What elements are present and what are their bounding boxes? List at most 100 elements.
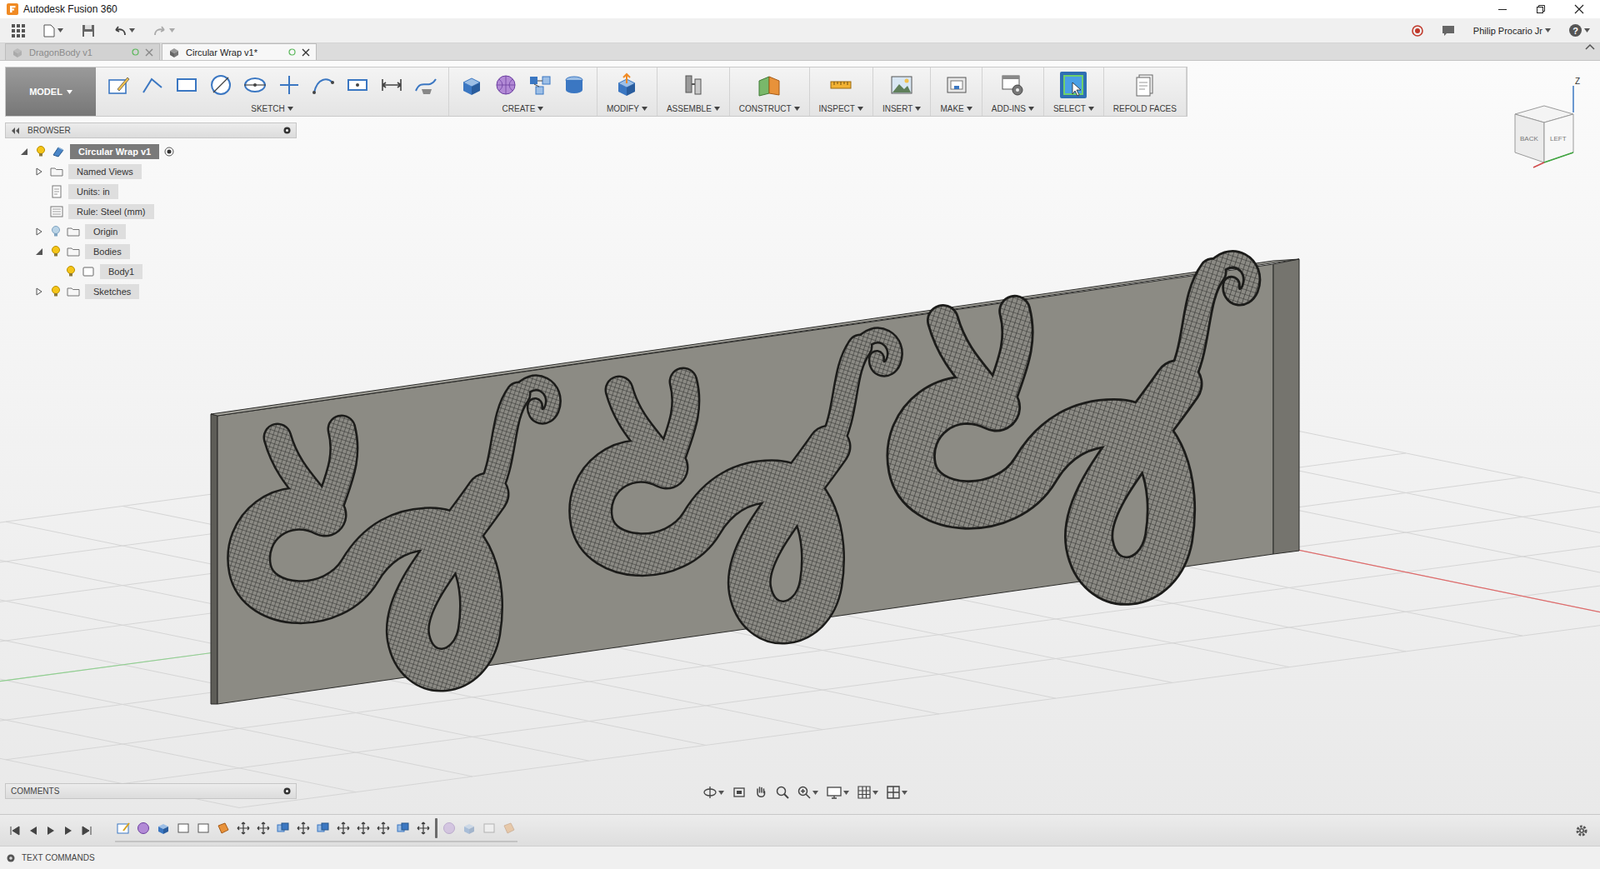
arc-icon[interactable] — [310, 72, 336, 98]
grid-apps-icon[interactable] — [11, 24, 25, 38]
viewports-icon[interactable] — [886, 785, 900, 800]
help-menu[interactable]: ? — [1569, 24, 1590, 37]
combine-feature-icon[interactable] — [316, 821, 330, 835]
caret-down-icon[interactable] — [915, 106, 921, 111]
caret-down-icon[interactable] — [57, 28, 64, 33]
tool-button[interactable] — [378, 71, 405, 99]
timeline-feature[interactable] — [395, 820, 412, 837]
body-feature-icon[interactable] — [482, 821, 496, 835]
close-icon[interactable] — [1575, 5, 1584, 14]
timeline-marker[interactable] — [435, 818, 438, 839]
scripts-icon[interactable] — [1000, 72, 1025, 98]
expanded-arrow-icon[interactable] — [20, 147, 29, 156]
form-feature-icon[interactable] — [136, 821, 150, 835]
plane-feature-icon[interactable] — [502, 821, 516, 835]
data-panel-button[interactable] — [11, 24, 25, 38]
timeline-feature[interactable] — [275, 820, 292, 837]
caret-down-icon[interactable] — [812, 790, 819, 795]
sketch-feature-icon[interactable] — [116, 821, 130, 835]
look-at-icon[interactable] — [732, 785, 746, 800]
browser-node[interactable]: Units: in — [5, 181, 297, 202]
visibility-bulb-icon[interactable] — [50, 225, 61, 238]
monitor-icon[interactable] — [826, 785, 842, 800]
caret-down-icon[interactable] — [857, 106, 864, 111]
add-comment-icon[interactable] — [283, 787, 291, 795]
picture-icon[interactable] — [889, 72, 915, 98]
timeline-feature[interactable] — [255, 820, 272, 837]
tool-button[interactable] — [755, 71, 783, 99]
user-menu[interactable]: Philip Procario Jr — [1473, 25, 1551, 36]
timeline-feature[interactable] — [335, 820, 352, 837]
tool-button[interactable] — [275, 71, 303, 99]
pan-button[interactable] — [754, 785, 768, 800]
body-feature-icon[interactable] — [196, 821, 210, 835]
body-feature-icon[interactable] — [176, 821, 190, 835]
tool-button[interactable] — [310, 71, 337, 99]
timeline-feature[interactable] — [480, 820, 498, 837]
toolbar-group-label[interactable]: CREATE — [502, 101, 545, 114]
measure-icon[interactable] — [828, 72, 854, 98]
move-feature-icon[interactable] — [256, 821, 270, 835]
caret-down-icon[interactable] — [1028, 106, 1035, 111]
tool-button[interactable] — [999, 71, 1026, 99]
form-feature-icon[interactable] — [442, 821, 456, 835]
zoom-window-button[interactable] — [797, 785, 819, 800]
pattern-icon[interactable] — [527, 72, 553, 98]
form-icon[interactable] — [493, 72, 519, 98]
caret-down-icon[interactable] — [872, 790, 879, 795]
create-sketch-icon[interactable] — [105, 72, 131, 98]
orbit-icon[interactable] — [703, 785, 717, 800]
timeline-feature[interactable] — [415, 820, 432, 837]
expand-commands-icon[interactable] — [6, 854, 15, 863]
toolbar-group-label[interactable]: MAKE — [940, 101, 972, 114]
circle-icon[interactable] — [208, 72, 234, 98]
viewport[interactable]: MODELSKETCHCREATEMODIFYASSEMBLECONSTRUCT… — [0, 60, 1600, 815]
tool-button[interactable] — [139, 71, 166, 99]
dragon-relief[interactable] — [249, 382, 554, 670]
comments-header[interactable]: COMMENTS — [5, 783, 297, 800]
tool-button[interactable] — [344, 71, 371, 99]
toolbar-group-label[interactable]: REFOLD FACES — [1113, 101, 1177, 114]
tool-button[interactable] — [458, 71, 485, 99]
caret-down-icon[interactable] — [718, 790, 725, 795]
caret-down-icon[interactable] — [169, 28, 175, 33]
joint-icon[interactable] — [680, 72, 706, 98]
caret-down-icon[interactable] — [1584, 28, 1590, 33]
text-icon[interactable] — [345, 72, 370, 98]
cylinder-icon[interactable] — [561, 72, 587, 98]
look-at-button[interactable] — [732, 785, 746, 800]
tool-button[interactable] — [492, 71, 520, 99]
line-icon[interactable] — [140, 72, 165, 98]
step-back-icon[interactable] — [29, 825, 38, 836]
collapsed-arrow-icon[interactable] — [35, 227, 44, 236]
timeline-feature[interactable] — [115, 820, 132, 837]
toolbar-group-label[interactable]: CONSTRUCT — [739, 101, 800, 114]
timeline-feature[interactable] — [195, 820, 212, 837]
toolbar-group-label[interactable]: ADD-INS — [991, 101, 1035, 114]
tool-button[interactable] — [241, 71, 269, 99]
view-cube[interactable]: ZBACKLEFT — [1508, 75, 1584, 168]
dragon-relief[interactable] — [590, 335, 895, 623]
record-icon[interactable] — [1411, 25, 1424, 37]
print-icon[interactable] — [944, 72, 970, 98]
timeline-feature[interactable] — [500, 820, 518, 837]
tool-button[interactable] — [1131, 71, 1159, 99]
play-icon[interactable] — [46, 825, 55, 836]
display-settings-button[interactable] — [826, 785, 850, 800]
timeline-feature[interactable] — [440, 820, 458, 837]
extrude-icon[interactable] — [459, 72, 485, 98]
toolbar-group-label[interactable]: MODIFY — [606, 101, 648, 114]
timeline-feature[interactable] — [155, 820, 172, 837]
view-cube-icon[interactable]: ZBACKLEFT — [1508, 75, 1584, 168]
timeline-feature[interactable] — [135, 820, 152, 837]
tool-button[interactable] — [105, 71, 132, 99]
move-feature-icon[interactable] — [236, 821, 250, 835]
rectangle-icon[interactable] — [174, 72, 200, 98]
combine-feature-icon[interactable] — [396, 821, 410, 835]
point-icon[interactable] — [276, 72, 302, 98]
caret-down-icon[interactable] — [843, 790, 850, 795]
go-to-start-icon[interactable] — [10, 825, 20, 836]
viewports-button[interactable] — [886, 785, 908, 800]
collapse-panel-icon[interactable] — [10, 127, 20, 135]
caret-down-icon[interactable] — [1545, 28, 1551, 33]
